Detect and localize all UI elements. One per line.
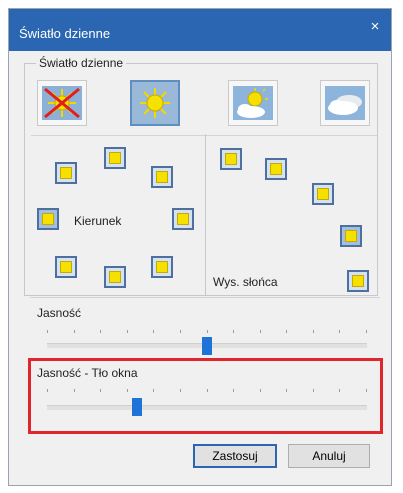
slider-tick <box>313 330 314 333</box>
close-icon[interactable]: × <box>365 17 385 37</box>
slider-tick <box>74 330 75 333</box>
window-brightness-ticks <box>47 389 367 393</box>
direction-north-button[interactable] <box>104 147 126 169</box>
slider-tick <box>286 330 287 333</box>
slider-tick <box>180 389 181 392</box>
sun-behind-cloud-icon <box>233 86 273 120</box>
elevation-2-button[interactable] <box>265 158 287 180</box>
elevation-label: Wys. słońca <box>213 275 278 289</box>
slider-tick <box>313 389 314 392</box>
sun-crossed-out-icon <box>42 86 82 120</box>
window-brightness-track[interactable] <box>47 405 367 410</box>
window-brightness-label: Jasność - Tło okna <box>37 366 138 380</box>
elevation-5-button[interactable] <box>347 270 369 292</box>
group-label: Światło dzienne <box>36 56 127 70</box>
slider-tick <box>47 330 48 333</box>
title-bar: Światło dzienne × <box>9 9 391 51</box>
elevation-4-button[interactable] <box>340 225 362 247</box>
elevation-1-button[interactable] <box>220 148 242 170</box>
clouds-icon <box>325 86 365 120</box>
apply-button[interactable]: Zastosuj <box>193 444 277 468</box>
slider-tick <box>100 330 101 333</box>
slider-tick <box>286 389 287 392</box>
slider-tick <box>127 389 128 392</box>
slider-tick <box>207 389 208 392</box>
slider-tick <box>74 389 75 392</box>
brightness-slider-thumb[interactable] <box>202 337 212 355</box>
slider-tick <box>100 389 101 392</box>
section-divider <box>205 134 206 296</box>
direction-south-west-button[interactable] <box>55 256 77 278</box>
direction-east-button[interactable] <box>172 208 194 230</box>
slider-tick <box>47 389 48 392</box>
direction-west-northwest-button[interactable] <box>55 162 77 184</box>
window-brightness-slider-thumb[interactable] <box>132 398 142 416</box>
window-title: Światło dzienne <box>19 26 111 41</box>
slider-tick <box>366 389 367 392</box>
slider-tick <box>260 389 261 392</box>
section-separator <box>30 297 380 298</box>
slider-tick <box>233 330 234 333</box>
sun-icon <box>140 88 170 118</box>
group-divider <box>31 135 377 136</box>
mode-cloudy-button[interactable] <box>320 80 370 126</box>
slider-tick <box>233 389 234 392</box>
slider-tick <box>260 330 261 333</box>
slider-tick <box>339 389 340 392</box>
mode-sunny-button[interactable] <box>130 80 180 126</box>
brightness-label: Jasność <box>37 306 82 320</box>
direction-north-east-button[interactable] <box>151 166 173 188</box>
slider-tick <box>366 330 367 333</box>
mode-no-daylight-button[interactable] <box>37 80 87 126</box>
direction-west-button[interactable] <box>37 208 59 230</box>
direction-south-button[interactable] <box>104 266 126 288</box>
slider-tick <box>153 389 154 392</box>
slider-tick <box>339 330 340 333</box>
brightness-ticks <box>47 330 367 334</box>
slider-tick <box>127 330 128 333</box>
slider-tick <box>180 330 181 333</box>
direction-label: Kierunek <box>74 214 122 228</box>
elevation-3-button[interactable] <box>312 183 334 205</box>
mode-partly-cloudy-button[interactable] <box>228 80 278 126</box>
direction-south-east-button[interactable] <box>151 256 173 278</box>
slider-tick <box>153 330 154 333</box>
slider-tick <box>207 330 208 333</box>
cancel-button[interactable]: Anuluj <box>288 444 370 468</box>
